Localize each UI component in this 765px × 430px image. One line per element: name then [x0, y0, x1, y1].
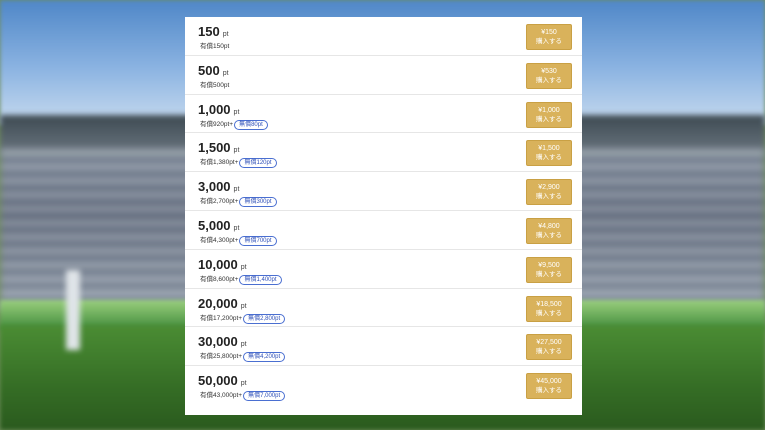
- point-amount: 1,000 pt: [198, 101, 240, 117]
- point-breakdown: 有償17,200pt+ 無償2,800pt: [200, 312, 286, 324]
- bonus-badge: 無償1,400pt: [239, 274, 282, 285]
- list-item: 500 pt 有償500pt ¥530 購入する: [185, 56, 582, 95]
- point-amount: 500 pt: [198, 62, 229, 78]
- point-breakdown: 有償8,600pt+ 無償1,400pt: [200, 273, 282, 285]
- point-amount: 150 pt: [198, 24, 229, 39]
- list-item: 1,000 pt 有償920pt+ 無償80pt ¥1,000 購入する: [185, 95, 582, 134]
- buy-button[interactable]: ¥530 購入する: [526, 62, 572, 89]
- point-amount: 3,000 pt: [198, 179, 240, 195]
- point-amount: 5,000 pt: [198, 217, 240, 233]
- buy-button[interactable]: ¥2,900 購入する: [526, 179, 572, 206]
- point-amount: 1,500 pt: [198, 140, 240, 156]
- bonus-badge: 無償2,800pt: [243, 313, 286, 324]
- point-breakdown: 有償2,700pt+ 無償300pt: [200, 195, 277, 208]
- point-purchase-list: 150 pt 有償150pt ¥150 購入する 500 pt 有償500pt ¥53…: [185, 17, 582, 415]
- point-amount: 10,000 pt: [198, 256, 247, 272]
- buy-button[interactable]: ¥27,500 購入する: [526, 334, 572, 361]
- point-amount: 30,000 pt: [198, 334, 247, 350]
- list-item: 1,500 pt 有償1,380pt+ 無償120pt ¥1,500 購入する: [185, 133, 582, 173]
- list-item: 150 pt 有償150pt ¥150 購入する: [185, 17, 582, 56]
- list-item: 20,000 pt 有償17,200pt+ 無償2,800pt ¥18,500 購入す…: [185, 289, 582, 328]
- list-item: 50,000 pt 有償43,000pt+ 無償7,000pt ¥45,000 購入す…: [185, 366, 582, 405]
- point-amount: 20,000 pt: [198, 295, 247, 311]
- list-item: 5,000 pt 有償4,300pt+ 無償700pt ¥4,800 購入する: [185, 211, 582, 250]
- bonus-badge: 無償700pt: [239, 235, 277, 246]
- bonus-badge: 無償80pt: [234, 119, 268, 130]
- point-breakdown: 有償920pt+ 無償80pt: [200, 118, 268, 130]
- point-breakdown: 有償43,000pt+ 無償7,000pt: [200, 389, 286, 402]
- point-breakdown: 有償150pt: [200, 43, 230, 50]
- buy-button[interactable]: ¥150 購入する: [526, 24, 572, 50]
- bonus-badge: 無償120pt: [239, 158, 277, 169]
- list-item: 10,000 pt 有償8,600pt+ 無償1,400pt ¥9,500 購入する: [185, 250, 582, 289]
- buy-button[interactable]: ¥18,500 購入する: [526, 295, 572, 322]
- list-item: 3,000 pt 有償2,700pt+ 無償300pt ¥2,900 購入する: [185, 172, 582, 211]
- point-breakdown: 有償500pt: [200, 81, 230, 89]
- buy-button[interactable]: ¥45,000 購入する: [526, 373, 572, 400]
- bonus-badge: 無償7,000pt: [243, 391, 286, 402]
- point-amount: 50,000 pt: [198, 373, 247, 389]
- buy-button[interactable]: ¥4,800 購入する: [526, 217, 572, 244]
- buy-button[interactable]: ¥9,500 購入する: [526, 256, 572, 283]
- list-item: 30,000 pt 有償25,800pt+ 無償4,200pt ¥27,500 購入す…: [185, 327, 582, 367]
- bonus-badge: 無償4,200pt: [243, 352, 286, 363]
- point-breakdown: 有償25,800pt+ 無償4,200pt: [200, 350, 286, 363]
- bonus-badge: 無償300pt: [239, 197, 277, 208]
- buy-button[interactable]: ¥1,500 購入する: [526, 140, 572, 167]
- point-breakdown: 有償1,380pt+ 無償120pt: [200, 156, 277, 169]
- buy-button[interactable]: ¥1,000 購入する: [526, 101, 572, 128]
- point-breakdown: 有償4,300pt+ 無償700pt: [200, 234, 277, 246]
- tower: [66, 270, 80, 350]
